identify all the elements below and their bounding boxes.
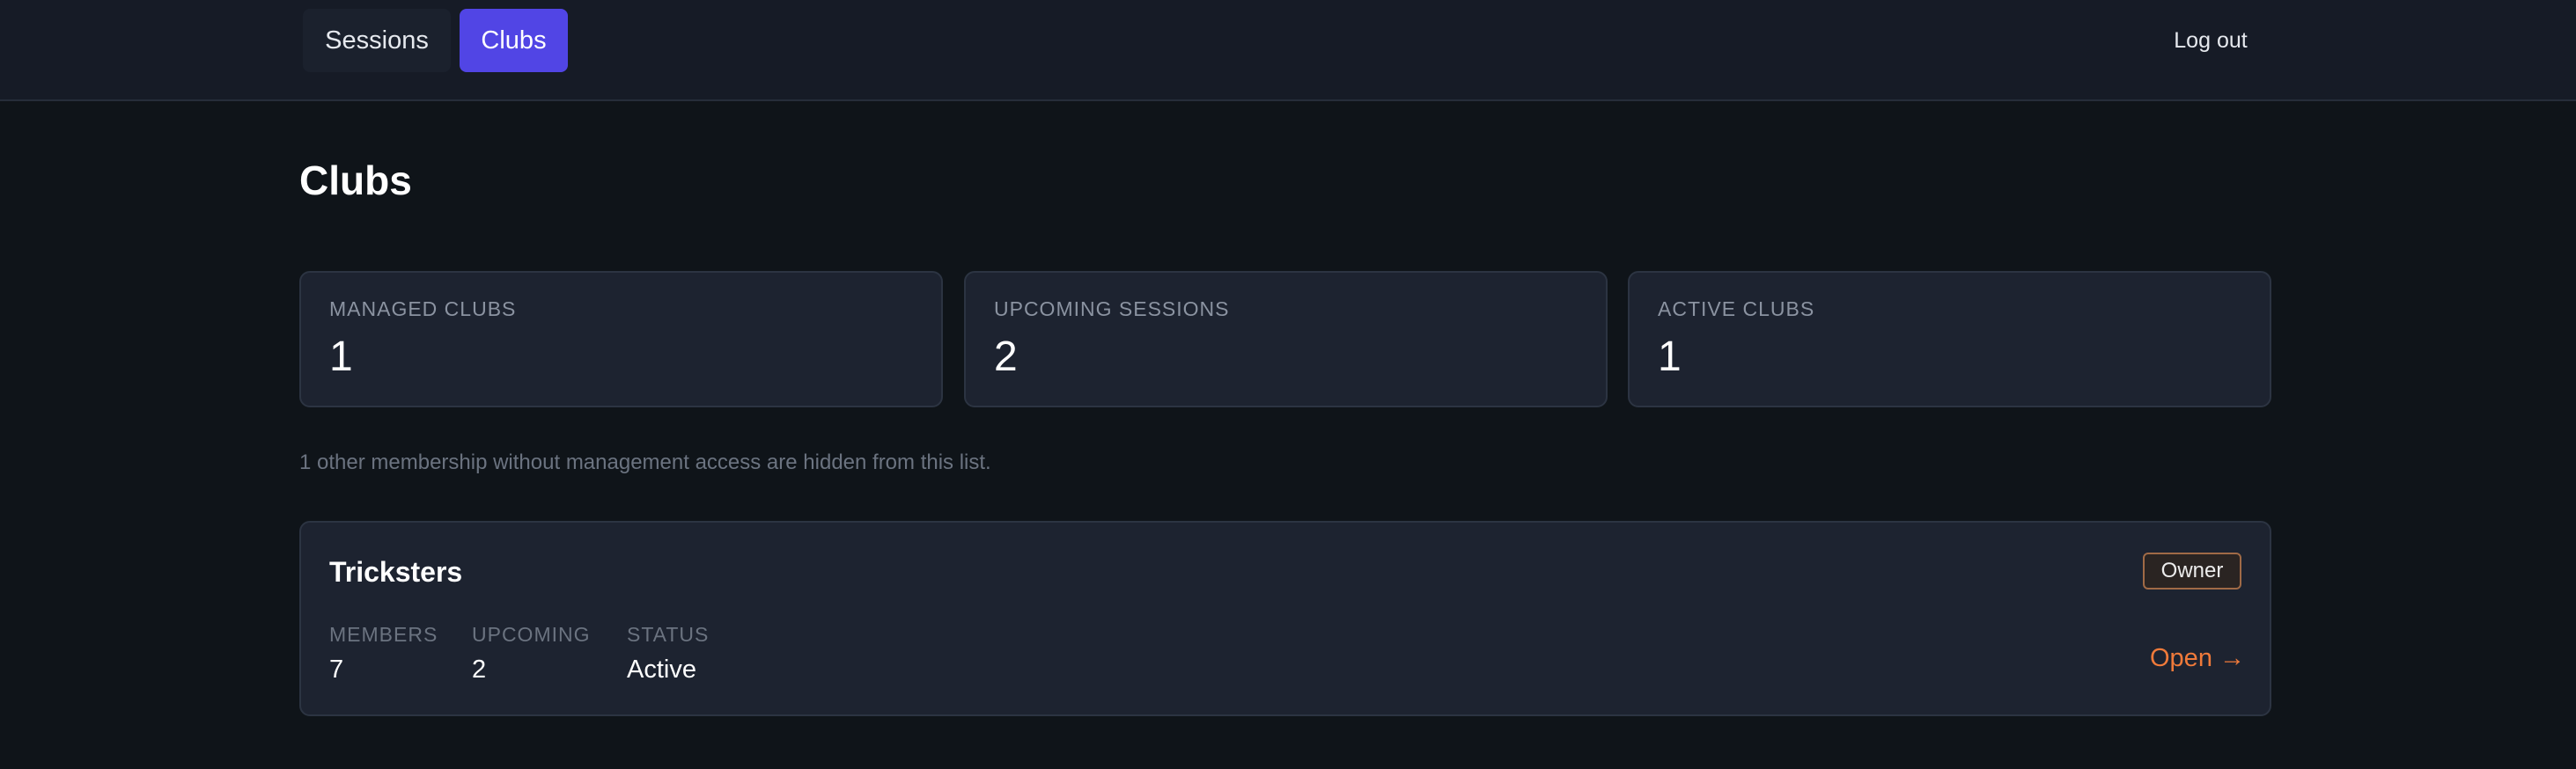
- page-title: Clubs: [299, 157, 412, 203]
- stat-label: MANAGED CLUBS: [329, 297, 517, 320]
- tab-clubs[interactable]: Clubs: [460, 9, 568, 72]
- stat-label: UPCOMING SESSIONS: [994, 297, 1230, 320]
- tab-sessions[interactable]: Sessions: [303, 9, 451, 72]
- stat-value: 1: [1658, 333, 1682, 380]
- club-stat-label: MEMBERS: [329, 623, 438, 646]
- club-stat-members: MEMBERS 7: [329, 623, 438, 685]
- club-stat-upcoming: UPCOMING 2: [472, 623, 591, 685]
- logout-button[interactable]: Log out: [2148, 25, 2273, 56]
- club-stat-label: STATUS: [627, 623, 710, 646]
- club-name: Tricksters: [329, 556, 463, 588]
- stat-value: 1: [329, 333, 353, 380]
- club-stat-label: UPCOMING: [472, 623, 591, 646]
- club-stat-value: 2: [472, 655, 487, 684]
- top-nav-bar: Sessions Clubs Log out: [0, 0, 2576, 101]
- stat-value: 2: [994, 333, 1018, 380]
- stat-card-upcoming-sessions: UPCOMING SESSIONS 2: [964, 271, 1608, 407]
- open-club-link[interactable]: Open →: [2150, 641, 2256, 676]
- stat-card-active-clubs: ACTIVE CLUBS 1: [1628, 271, 2271, 407]
- stat-label: ACTIVE CLUBS: [1658, 297, 1815, 320]
- club-stat-value: 7: [329, 655, 344, 684]
- club-card: Tricksters Owner MEMBERS 7 UPCOMING 2 ST…: [299, 521, 2271, 716]
- hidden-memberships-note: 1 other membership without management ac…: [299, 450, 991, 474]
- role-badge: Owner: [2143, 553, 2241, 590]
- club-stat-status: STATUS Active: [627, 623, 709, 685]
- stat-card-managed-clubs: MANAGED CLUBS 1: [299, 271, 943, 407]
- club-stat-value: Active: [627, 655, 696, 684]
